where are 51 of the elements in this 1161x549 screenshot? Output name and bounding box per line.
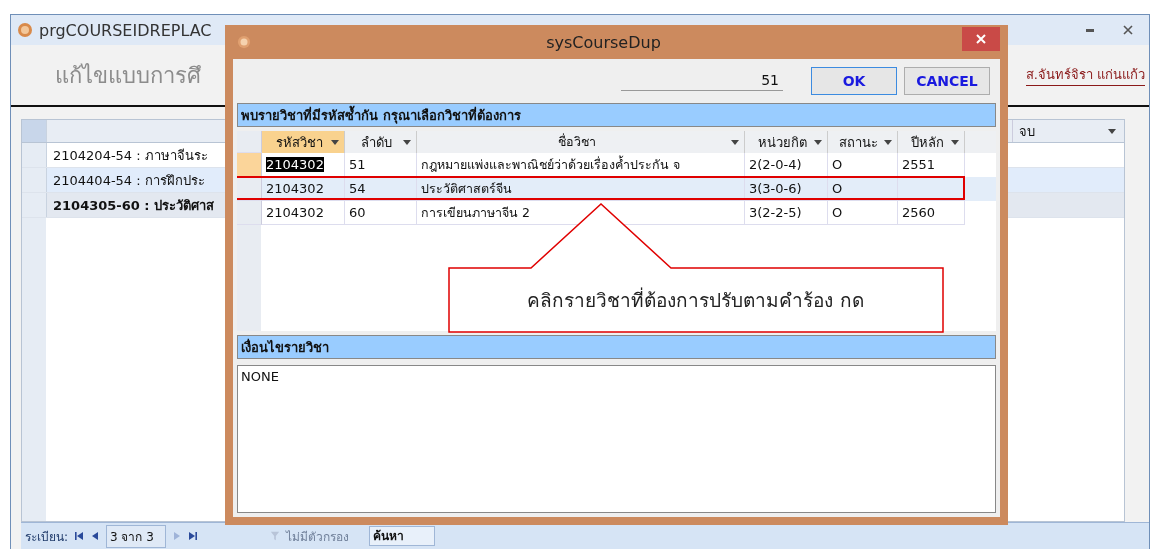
search-field[interactable]: ค้นหา (369, 526, 436, 546)
table-cell: 60 (345, 201, 417, 225)
column-header[interactable]: ชื่อวิชา (417, 131, 745, 153)
seal-icon (17, 22, 33, 38)
dialog-button[interactable]: OK (811, 67, 897, 95)
table-cell: 2104302 (262, 201, 345, 225)
table-cell: 51 (345, 153, 417, 177)
grid-caption: พบรายวิชาที่มีรหัสซ้ำกัน กรุณาเลือกวิชาที่ต้องการ (237, 103, 996, 127)
record-label: ระเบียน: (25, 528, 69, 546)
value-field[interactable]: 51 (621, 71, 783, 91)
conditions-caption: เงื่อนไขรายวิชา (237, 335, 996, 359)
first-record-icon[interactable] (74, 531, 85, 541)
column-header[interactable]: สถานะ (828, 131, 898, 153)
dropdown-arrow-icon[interactable] (884, 139, 892, 145)
table-cell-text: 2104404-54 : การฝึกประ (52, 171, 205, 190)
form-heading: แก้ไขแบบการศึ (55, 61, 201, 90)
dropdown-arrow-icon[interactable] (731, 139, 739, 145)
last-record-icon[interactable] (188, 531, 199, 541)
table-cell: 2104302 (262, 153, 345, 177)
dialog-button[interactable]: CANCEL (904, 67, 990, 95)
table-cell: 3(2-2-5) (745, 201, 828, 225)
column-header[interactable]: ปีหลัก (898, 131, 965, 153)
callout-text: คลิกรายวิชาที่ต้องการปรับตามคำร้อง กด (526, 286, 865, 313)
record-field[interactable]: 3 จาก 3 (106, 524, 167, 548)
table-cell: O (828, 201, 898, 225)
table-cell: 2(2-0-4) (745, 153, 828, 177)
table-cell: 2551 (898, 153, 965, 177)
column-header[interactable]: จบ (1012, 120, 1124, 142)
close-icon[interactable] (1123, 25, 1133, 35)
table-cell: 2560 (898, 201, 965, 225)
window-title: prgCOURSEIDREPLAC (39, 20, 212, 40)
close-button[interactable] (962, 27, 1000, 51)
previous-record-icon[interactable] (90, 531, 101, 541)
column-header[interactable]: ลำดับ (345, 131, 417, 153)
minimize-icon[interactable] (1085, 28, 1095, 32)
dropdown-arrow-icon[interactable] (951, 139, 959, 145)
user-name: ส.จันทร์จิรา แก่นแก้ว (1025, 64, 1145, 86)
seal-icon (237, 35, 251, 49)
dropdown-arrow-icon[interactable] (1108, 128, 1116, 134)
conditions-text: NONE (241, 369, 279, 384)
column-header[interactable]: รหัสวิชา (262, 131, 345, 153)
table-cell-text: 2104204-54 : ภาษาจีนระ (52, 146, 208, 165)
table-cell: O (828, 153, 898, 177)
table-cell-text: 2104305-60 : ประวัติศาส (52, 196, 215, 215)
dialog-title: sysCourseDup (545, 32, 662, 52)
table-cell: กฎหมายแพ่งและพาณิชย์ว่าด้วยเรื่องค้ำประกัน จ (417, 153, 745, 177)
dropdown-arrow-icon[interactable] (331, 139, 339, 145)
row-selector[interactable] (237, 153, 262, 177)
column-header[interactable]: หน่วยกิต (745, 131, 828, 153)
dropdown-arrow-icon[interactable] (814, 139, 822, 145)
dropdown-arrow-icon[interactable] (403, 139, 411, 145)
